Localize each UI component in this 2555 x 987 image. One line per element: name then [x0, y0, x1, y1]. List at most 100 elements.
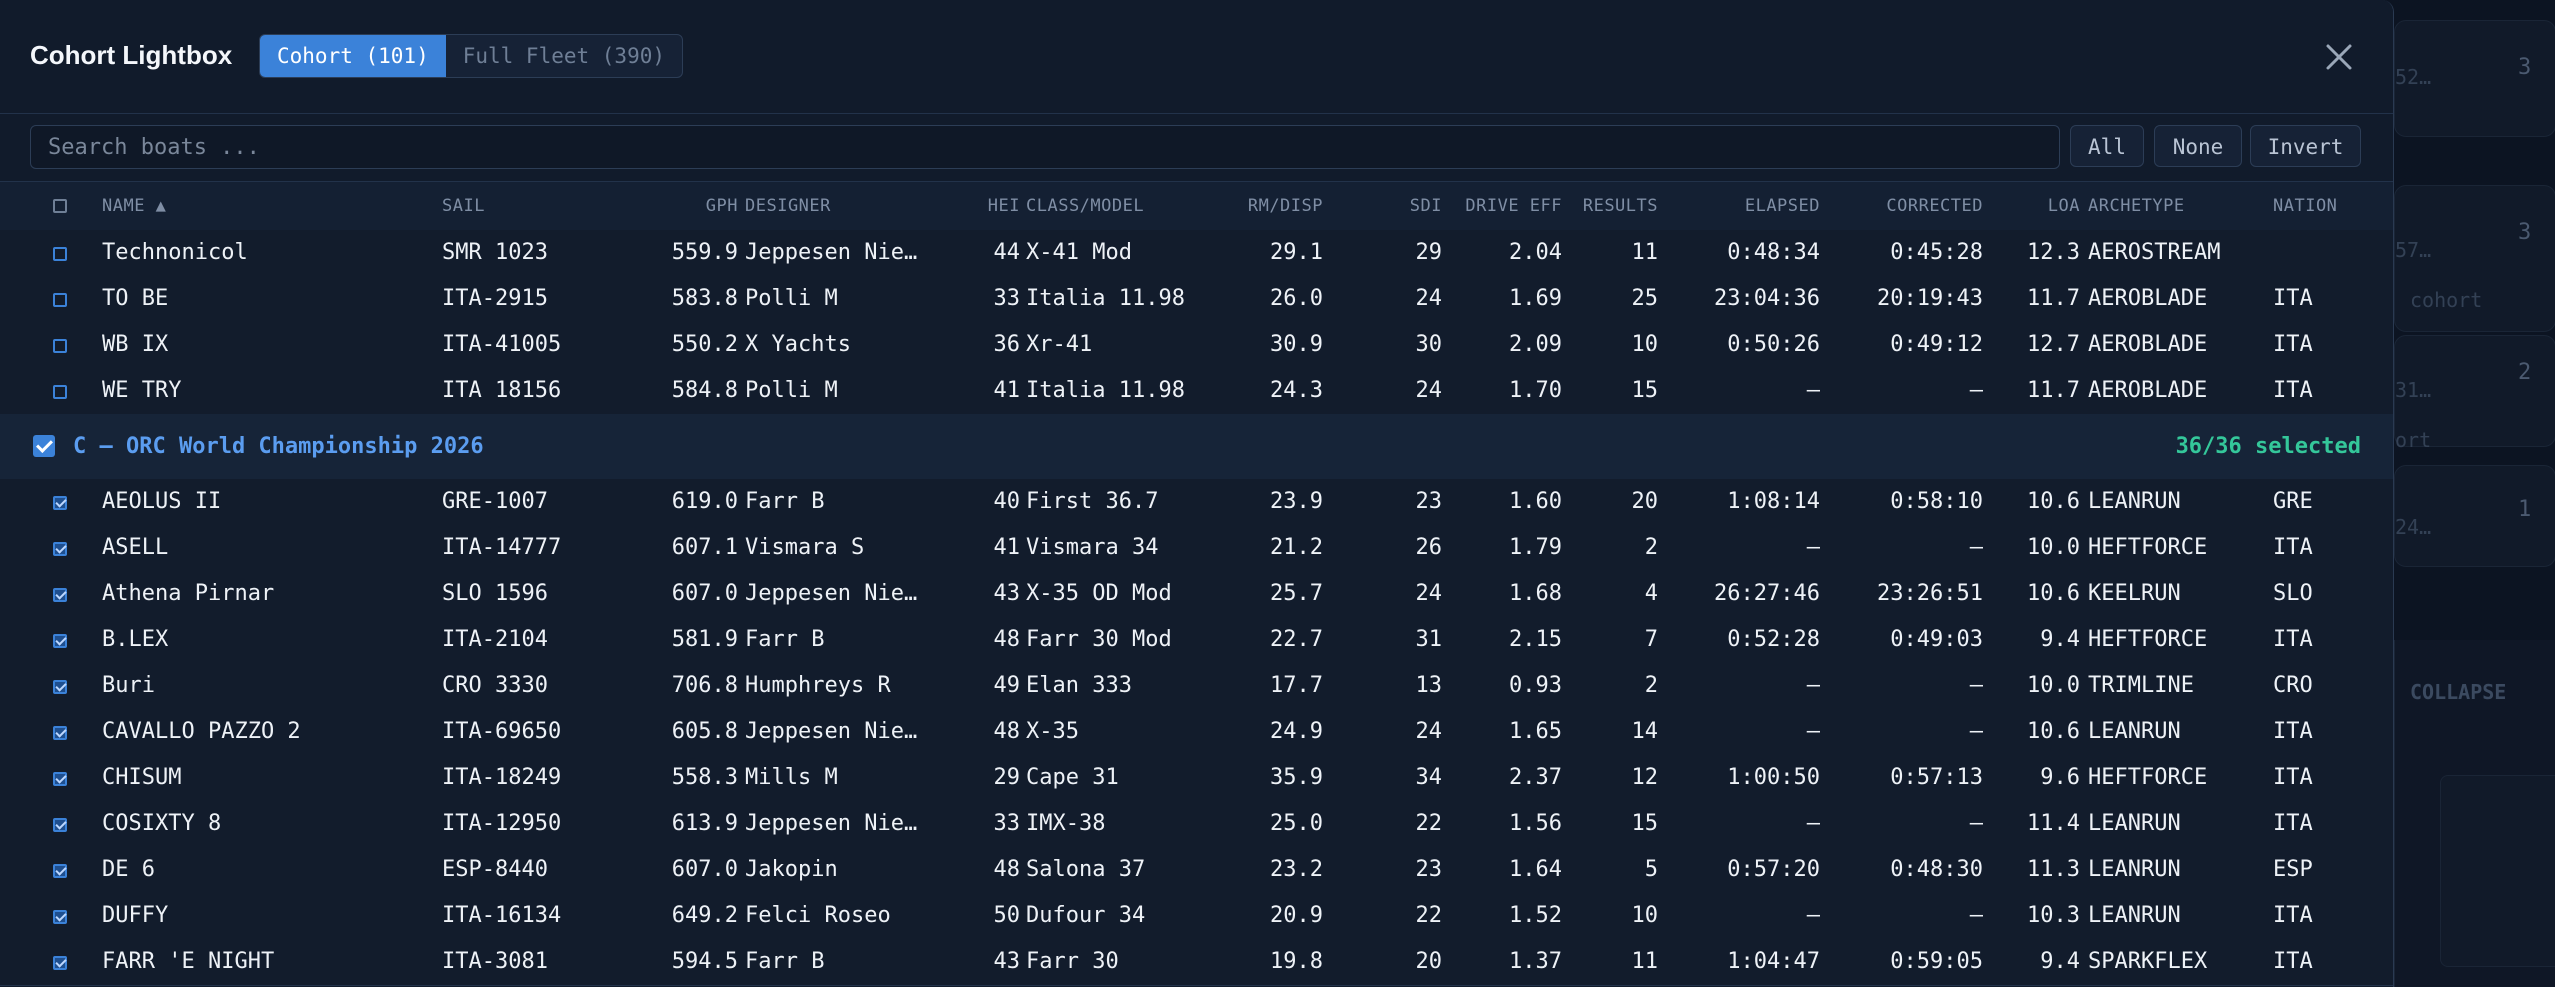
cell-hei: 33	[993, 286, 1021, 311]
cell-designer: Farr B	[745, 489, 825, 514]
row-checkbox-checked[interactable]	[53, 588, 67, 602]
table-row[interactable]: Technonicol SMR 1023 559.9 Jeppesen Nie… 44 X…	[0, 230, 2393, 277]
col-drive-eff[interactable]: DRIVE EFF	[1440, 182, 1562, 231]
cell-designer: Jakopin	[745, 857, 838, 882]
cell-gph: 607.1	[671, 535, 738, 560]
table-row[interactable]: DUFFY ITA-16134 649.2 Felci Roseo 50 Dufour 3…	[0, 893, 2393, 940]
cell-rm-disp: 26.0	[1270, 286, 1323, 311]
table-row[interactable]: COSIXTY 8 ITA-12950 613.9 Jeppesen Nie… 33 IM…	[0, 801, 2393, 848]
bg-card-sub: cohort	[2410, 288, 2483, 312]
search-input[interactable]	[30, 125, 2060, 169]
cell-elapsed: 26:27:46	[1714, 581, 1820, 606]
table-row[interactable]: B.LEX ITA-2104 581.9 Farr B 48 Farr 30 Mod 22.…	[0, 617, 2393, 664]
cell-gph: 550.2	[671, 332, 738, 357]
cell-nation: ITA	[2273, 535, 2313, 560]
table-row[interactable]: CAVALLO PAZZO 2 ITA-69650 605.8 Jeppesen Ni…	[0, 709, 2393, 756]
cell-hei: 50	[993, 903, 1021, 928]
cell-nation: ITA	[2273, 765, 2313, 790]
group-checkbox[interactable]	[33, 435, 55, 457]
col-loa[interactable]: LOA	[2020, 182, 2080, 231]
col-corrected[interactable]: CORRECTED	[1840, 182, 1983, 231]
col-class-model[interactable]: CLASS/MODEL	[1026, 182, 1144, 231]
cell-results: 2	[1644, 535, 1658, 560]
row-checkbox-checked[interactable]	[53, 680, 67, 694]
cell-loa: 9.4	[2040, 627, 2080, 652]
row-checkbox-checked[interactable]	[53, 818, 67, 832]
cell-gph: 706.8	[671, 673, 738, 698]
table-row[interactable]: WB IX ITA-41005 550.2 X Yachts 36 Xr-41 30.9 30…	[0, 322, 2393, 369]
row-checkbox-checked[interactable]	[53, 634, 67, 648]
table-row[interactable]: DE 6 ESP-8440 607.0 Jakopin 48 Salona 37 23.2 2…	[0, 847, 2393, 894]
cell-nation: ITA	[2273, 332, 2313, 357]
cell-sdi: 24	[1415, 581, 1443, 606]
row-checkbox-checked[interactable]	[53, 726, 67, 740]
tab-full-fleet[interactable]: Full Fleet (390)	[446, 35, 682, 77]
cell-rm-disp: 30.9	[1270, 332, 1323, 357]
row-checkbox-checked[interactable]	[53, 542, 67, 556]
modal-title: Cohort Lightbox	[30, 40, 233, 70]
row-checkbox-checked[interactable]	[53, 956, 67, 970]
col-sail[interactable]: SAIL	[442, 182, 485, 231]
table-row[interactable]: ASELL ITA-14777 607.1 Vismara S 41 Vismara 34…	[0, 525, 2393, 572]
table-row[interactable]: WE TRY ITA 18156 584.8 Polli M 41 Italia 11.9…	[0, 368, 2393, 415]
col-name[interactable]: NAME ▲	[102, 182, 166, 231]
col-gph[interactable]: GPH	[690, 182, 738, 231]
cell-hei: 48	[993, 719, 1021, 744]
cell-corrected: 0:59:05	[1890, 949, 1983, 974]
table-row[interactable]: TO BE ITA-2915 583.8 Polli M 33 Italia 11.98 2…	[0, 276, 2393, 323]
select-all-button[interactable]: All	[2070, 125, 2144, 167]
cell-results: 15	[1631, 378, 1659, 403]
cell-nation: ITA	[2273, 903, 2313, 928]
cell-elapsed: 1:08:14	[1727, 489, 1820, 514]
row-checkbox[interactable]	[53, 247, 67, 261]
col-rm-disp[interactable]: RM/DISP	[1220, 182, 1323, 231]
cell-sail: CRO 3330	[442, 673, 548, 698]
tab-cohort[interactable]: Cohort (101)	[260, 35, 446, 77]
table-row[interactable]: CHISUM ITA-18249 558.3 Mills M 29 Cape 31 35.9…	[0, 755, 2393, 802]
cell-sail: ITA-2104	[442, 627, 548, 652]
row-checkbox-checked[interactable]	[53, 772, 67, 786]
cell-elapsed: –	[1806, 535, 1820, 560]
cell-designer: Vismara S	[745, 535, 865, 560]
cell-elapsed: 0:57:20	[1727, 857, 1820, 882]
table-header: NAME ▲ SAIL GPH DESIGNER HEI CLASS/MODEL…	[0, 181, 2393, 232]
invert-selection-button[interactable]: Invert	[2250, 125, 2361, 167]
cell-name: TO BE	[102, 286, 169, 311]
col-results[interactable]: RESULTS	[1565, 182, 1658, 231]
close-icon[interactable]	[2320, 38, 2358, 76]
cell-name: DE 6	[102, 857, 155, 882]
group-header[interactable]: C – ORC World Championship 2026 36/36 sel…	[0, 414, 2393, 480]
col-archetype[interactable]: ARCHETYPE	[2088, 182, 2185, 231]
table-row[interactable]: Buri CRO 3330 706.8 Humphreys R 49 Elan 333 17…	[0, 663, 2393, 710]
row-checkbox[interactable]	[53, 293, 67, 307]
cell-drive-eff: 1.37	[1509, 949, 1562, 974]
cell-class-model: Vismara 34	[1026, 535, 1159, 560]
select-none-button[interactable]: None	[2154, 125, 2242, 167]
cell-designer: Humphreys R	[745, 673, 891, 698]
cell-loa: 10.6	[2027, 489, 2080, 514]
row-checkbox-checked[interactable]	[53, 864, 67, 878]
col-sdi[interactable]: SDI	[1380, 182, 1442, 231]
cell-archetype: LEANRUN	[2088, 489, 2181, 514]
col-elapsed[interactable]: ELAPSED	[1700, 182, 1820, 231]
table-row[interactable]: FARR 'E NIGHT ITA-3081 594.5 Farr B 43 Farr 3…	[0, 939, 2393, 986]
cell-sdi: 22	[1415, 811, 1443, 836]
cell-name: CAVALLO PAZZO 2	[102, 719, 301, 744]
cell-sdi: 13	[1415, 673, 1443, 698]
cell-designer: Farr B	[745, 627, 825, 652]
cell-name: Athena Pirnar	[102, 581, 275, 606]
row-checkbox-checked[interactable]	[53, 496, 67, 510]
table-row[interactable]: AEOLUS II GRE-1007 619.0 Farr B 40 First 36.7…	[0, 479, 2393, 526]
row-checkbox-checked[interactable]	[53, 910, 67, 924]
row-checkbox[interactable]	[53, 385, 67, 399]
table-row[interactable]: Athena Pirnar SLO 1596 607.0 Jeppesen Nie… 4…	[0, 571, 2393, 618]
cell-nation: ESP	[2273, 857, 2313, 882]
col-nation[interactable]: NATION	[2273, 182, 2337, 231]
select-all-checkbox[interactable]	[53, 199, 67, 213]
cell-sdi: 31	[1415, 627, 1443, 652]
row-checkbox[interactable]	[53, 339, 67, 353]
col-designer[interactable]: DESIGNER	[745, 182, 831, 231]
cell-name: DUFFY	[102, 903, 169, 928]
cell-name: Buri	[102, 673, 155, 698]
col-hei[interactable]: HEI	[980, 182, 1020, 231]
